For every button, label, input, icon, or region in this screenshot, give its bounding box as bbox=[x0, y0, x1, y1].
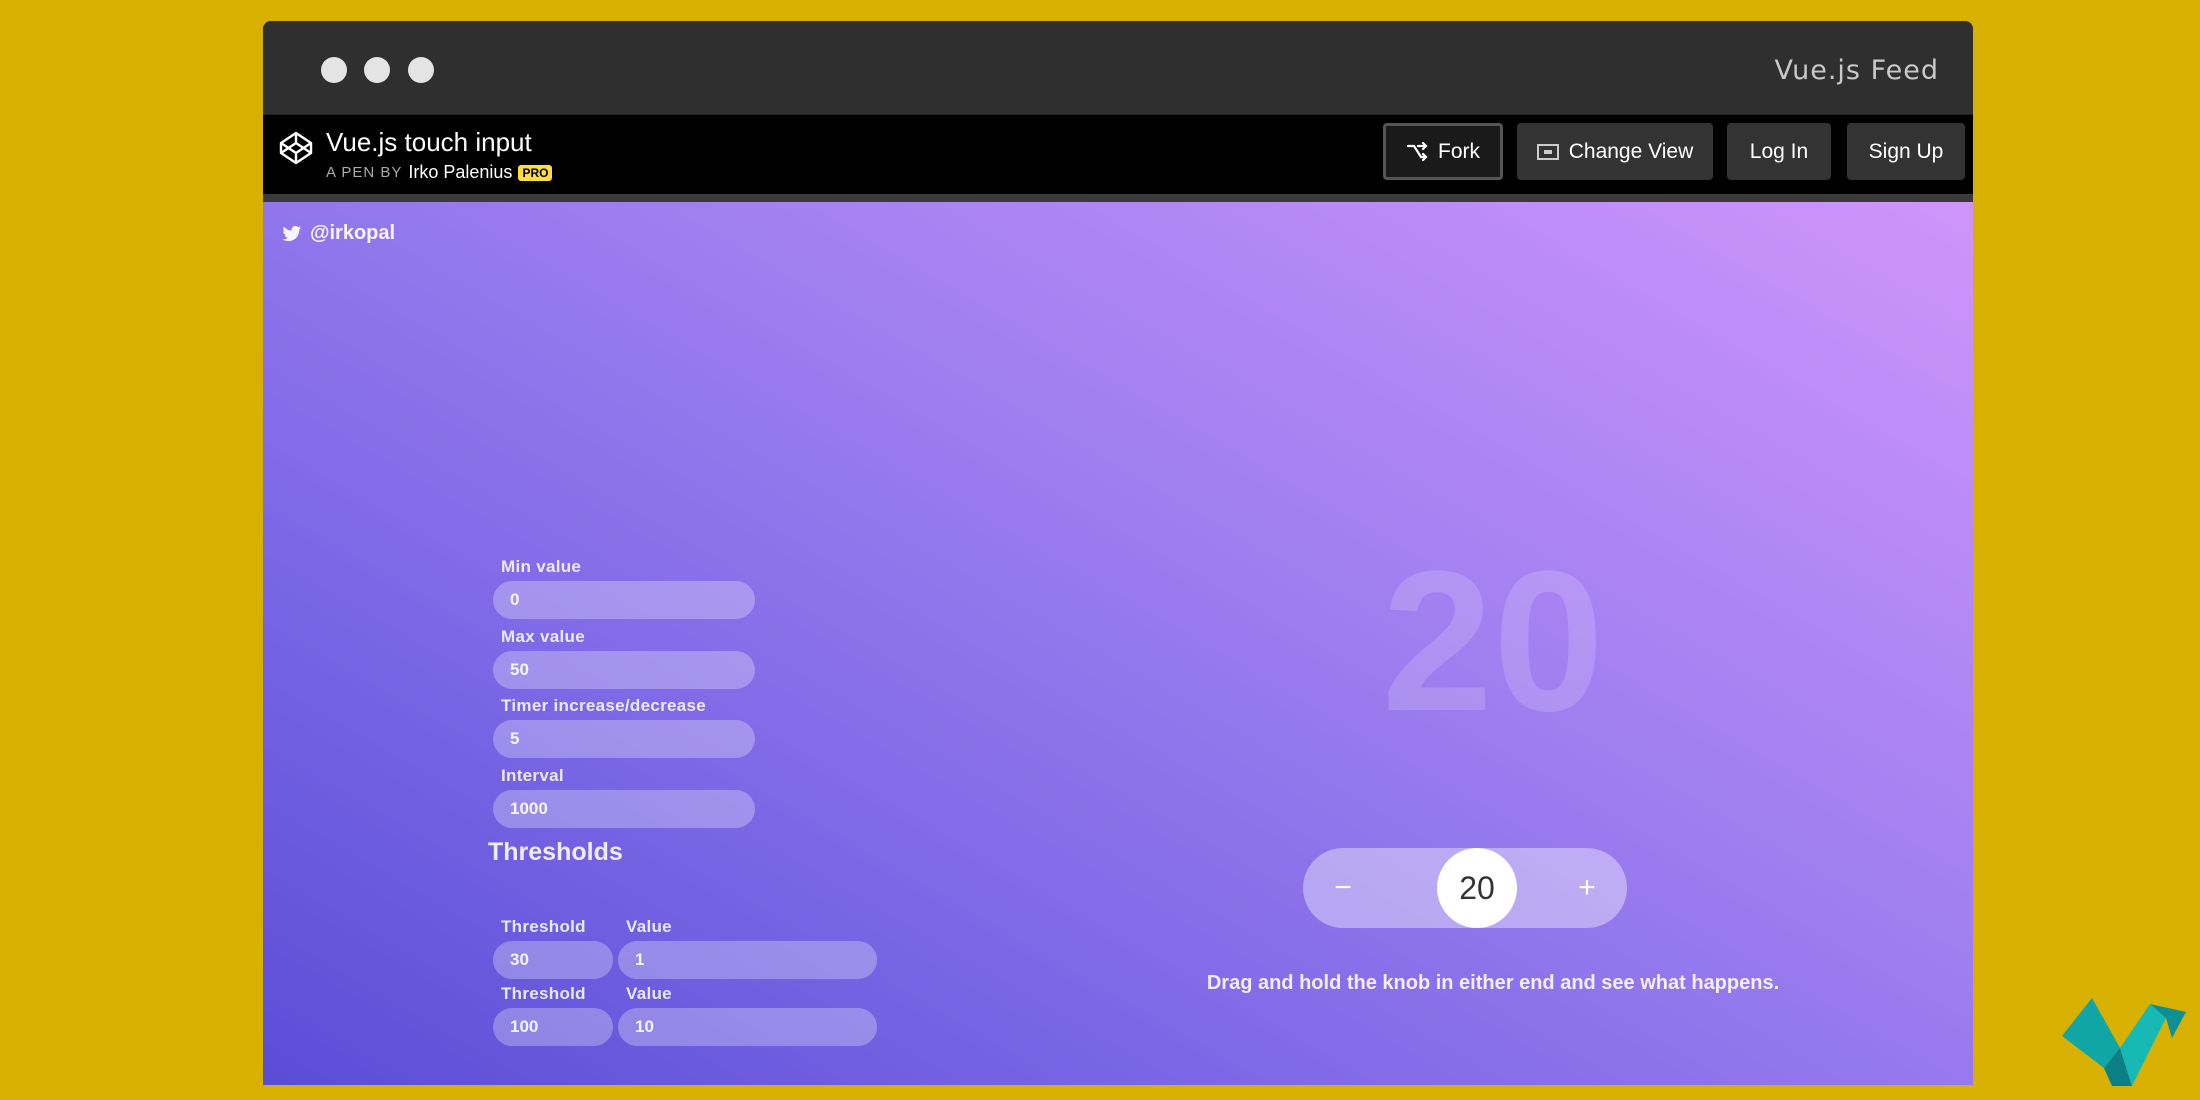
header-divider bbox=[263, 194, 1973, 202]
timer-label: Timer increase/decrease bbox=[501, 696, 707, 715]
interval-input[interactable]: 1000 bbox=[493, 790, 755, 828]
timer-input[interactable]: 5 bbox=[493, 720, 755, 758]
thresholds-title: Thresholds bbox=[488, 838, 623, 866]
min-value-label: Min value bbox=[501, 557, 582, 576]
decrease-button[interactable]: − bbox=[1303, 848, 1383, 928]
codepen-logo-icon[interactable] bbox=[278, 130, 314, 166]
max-value-input[interactable]: 50 bbox=[493, 651, 755, 689]
threshold-input[interactable]: 30 bbox=[493, 941, 613, 979]
increase-button[interactable]: + bbox=[1547, 848, 1627, 928]
pen-title[interactable]: Vue.js touch input bbox=[326, 127, 532, 158]
min-value-input[interactable]: 0 bbox=[493, 581, 755, 619]
change-view-button[interactable]: Change View bbox=[1517, 123, 1713, 180]
by-prefix: A PEN BY bbox=[326, 164, 403, 181]
threshold-label: Threshold bbox=[501, 984, 586, 1003]
log-in-button[interactable]: Log In bbox=[1727, 123, 1831, 180]
codepen-header: Vue.js touch input A PEN BY Irko Paleniu… bbox=[263, 114, 1973, 194]
vue-feed-logo-icon bbox=[2062, 998, 2186, 1086]
window-close-dot[interactable] bbox=[321, 57, 347, 83]
stepper-knob[interactable]: 20 bbox=[1437, 848, 1517, 928]
change-view-label: Change View bbox=[1568, 139, 1694, 163]
author-link[interactable]: Irko Palenius bbox=[408, 162, 512, 183]
fork-label: Fork bbox=[1438, 139, 1480, 163]
threshold-value-label: Value bbox=[626, 917, 672, 936]
sign-up-button[interactable]: Sign Up bbox=[1847, 123, 1965, 180]
fork-icon bbox=[1406, 141, 1428, 161]
pen-author-line: A PEN BY Irko Palenius PRO bbox=[326, 162, 553, 183]
threshold-value-input[interactable]: 1 bbox=[618, 941, 877, 979]
interval-label: Interval bbox=[501, 766, 564, 785]
twitter-link[interactable]: @irkopal bbox=[282, 222, 395, 245]
touch-stepper[interactable]: − 20 + bbox=[1303, 848, 1627, 928]
window-title: Vue.js Feed bbox=[1774, 55, 1939, 86]
twitter-handle: @irkopal bbox=[310, 222, 396, 244]
pro-badge: PRO bbox=[518, 164, 553, 181]
change-view-icon bbox=[1536, 143, 1559, 160]
big-value-display: 20 bbox=[1381, 530, 1605, 753]
pen-preview: @irkopal Min value 0 Max value 50 Timer … bbox=[263, 202, 1973, 1085]
instruction-text: Drag and hold the knob in either end and… bbox=[1206, 972, 1780, 994]
browser-window: Vue.js Feed Vue.js touch input A PEN BY … bbox=[263, 21, 1973, 1085]
window-minimize-dot[interactable] bbox=[364, 57, 390, 83]
threshold-label: Threshold bbox=[501, 917, 586, 936]
threshold-input[interactable]: 100 bbox=[493, 1008, 613, 1046]
max-value-label: Max value bbox=[501, 627, 585, 646]
twitter-icon bbox=[282, 225, 302, 241]
window-maximize-dot[interactable] bbox=[408, 57, 434, 83]
threshold-value-label: Value bbox=[626, 984, 672, 1003]
title-bar: Vue.js Feed bbox=[263, 21, 1973, 114]
fork-button[interactable]: Fork bbox=[1383, 123, 1503, 180]
threshold-value-input[interactable]: 10 bbox=[618, 1008, 877, 1046]
